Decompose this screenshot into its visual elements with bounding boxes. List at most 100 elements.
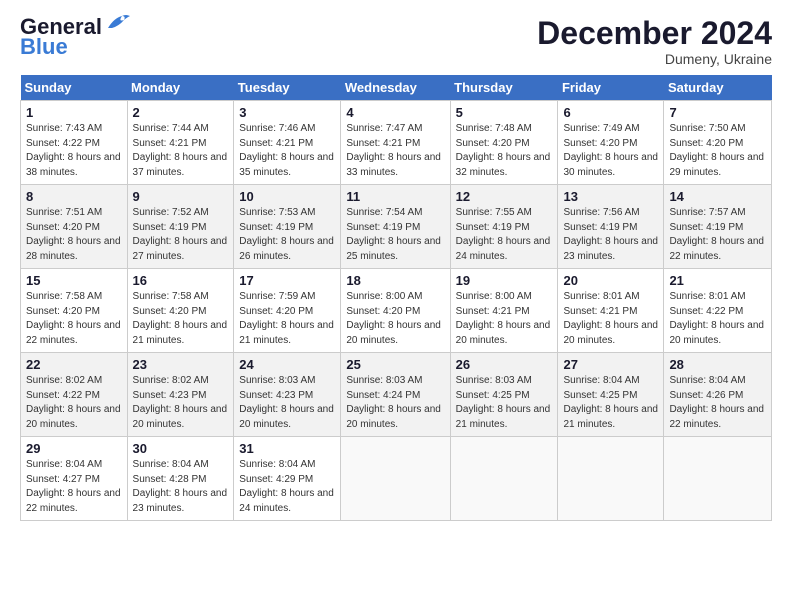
day-number: 17 bbox=[239, 273, 335, 288]
calendar-cell bbox=[558, 437, 664, 521]
day-number: 30 bbox=[133, 441, 229, 456]
day-number: 9 bbox=[133, 189, 229, 204]
logo: General Blue bbox=[20, 16, 132, 60]
day-info: Sunrise: 7:53 AMSunset: 4:19 PMDaylight:… bbox=[239, 206, 335, 264]
day-number: 31 bbox=[239, 441, 335, 456]
day-info: Sunrise: 7:58 AMSunset: 4:20 PMDaylight:… bbox=[26, 290, 122, 348]
day-number: 25 bbox=[346, 357, 444, 372]
calendar-cell: 20Sunrise: 8:01 AMSunset: 4:21 PMDayligh… bbox=[558, 269, 664, 353]
month-title: December 2024 bbox=[537, 16, 772, 51]
day-info: Sunrise: 7:47 AMSunset: 4:21 PMDaylight:… bbox=[346, 122, 444, 180]
day-info: Sunrise: 8:03 AMSunset: 4:25 PMDaylight:… bbox=[456, 374, 553, 432]
calendar-cell: 1 Sunrise: 7:43 AMSunset: 4:22 PMDaylight… bbox=[21, 101, 128, 185]
week-row-4: 22Sunrise: 8:02 AMSunset: 4:22 PMDayligh… bbox=[21, 353, 772, 437]
day-info: Sunrise: 8:03 AMSunset: 4:23 PMDaylight:… bbox=[239, 374, 335, 432]
day-number: 13 bbox=[563, 189, 658, 204]
day-info: Sunrise: 7:51 AMSunset: 4:20 PMDaylight:… bbox=[26, 206, 122, 264]
day-info: Sunrise: 8:00 AMSunset: 4:20 PMDaylight:… bbox=[346, 290, 444, 348]
day-info: Sunrise: 8:03 AMSunset: 4:24 PMDaylight:… bbox=[346, 374, 444, 432]
calendar-cell: 22Sunrise: 8:02 AMSunset: 4:22 PMDayligh… bbox=[21, 353, 128, 437]
logo-blue: Blue bbox=[20, 34, 68, 60]
day-number: 3 bbox=[239, 105, 335, 120]
weekday-header-thursday: Thursday bbox=[450, 75, 558, 101]
day-info: Sunrise: 7:54 AMSunset: 4:19 PMDaylight:… bbox=[346, 206, 444, 264]
calendar-cell: 9Sunrise: 7:52 AMSunset: 4:19 PMDaylight… bbox=[127, 185, 234, 269]
day-info: Sunrise: 7:46 AMSunset: 4:21 PMDaylight:… bbox=[239, 122, 335, 180]
day-number: 24 bbox=[239, 357, 335, 372]
calendar-cell: 10 Sunrise: 7:53 AMSunset: 4:19 PMDayligh… bbox=[234, 185, 341, 269]
calendar-cell: 14 Sunrise: 7:57 AMSunset: 4:19 PMDayligh… bbox=[664, 185, 772, 269]
day-number: 22 bbox=[26, 357, 122, 372]
day-number: 19 bbox=[456, 273, 553, 288]
day-number: 10 bbox=[239, 189, 335, 204]
calendar-cell: 24 Sunrise: 8:03 AMSunset: 4:23 PMDayligh… bbox=[234, 353, 341, 437]
calendar-cell: 28 Sunrise: 8:04 AMSunset: 4:26 PMDayligh… bbox=[664, 353, 772, 437]
calendar-cell: 30 Sunrise: 8:04 AMSunset: 4:28 PMDayligh… bbox=[127, 437, 234, 521]
day-number: 7 bbox=[669, 105, 766, 120]
day-info: Sunrise: 7:58 AMSunset: 4:20 PMDaylight:… bbox=[133, 290, 229, 348]
day-info: Sunrise: 7:56 AMSunset: 4:19 PMDaylight:… bbox=[563, 206, 658, 264]
title-block: December 2024 Dumeny, Ukraine bbox=[537, 16, 772, 67]
day-number: 4 bbox=[346, 105, 444, 120]
calendar-cell: 17 Sunrise: 7:59 AMSunset: 4:20 PMDayligh… bbox=[234, 269, 341, 353]
day-number: 15 bbox=[26, 273, 122, 288]
calendar-table: SundayMondayTuesdayWednesdayThursdayFrid… bbox=[20, 75, 772, 521]
calendar-cell: 23Sunrise: 8:02 AMSunset: 4:23 PMDayligh… bbox=[127, 353, 234, 437]
day-info: Sunrise: 7:57 AMSunset: 4:19 PMDaylight:… bbox=[669, 206, 766, 264]
day-number: 27 bbox=[563, 357, 658, 372]
calendar-cell: 29Sunrise: 8:04 AMSunset: 4:27 PMDayligh… bbox=[21, 437, 128, 521]
day-number: 18 bbox=[346, 273, 444, 288]
calendar-cell: 25 Sunrise: 8:03 AMSunset: 4:24 PMDayligh… bbox=[341, 353, 450, 437]
day-number: 6 bbox=[563, 105, 658, 120]
page: General Blue December 2024 Dumeny, Ukrai… bbox=[0, 0, 792, 531]
day-number: 1 bbox=[26, 105, 122, 120]
calendar-cell: 26 Sunrise: 8:03 AMSunset: 4:25 PMDayligh… bbox=[450, 353, 558, 437]
week-row-1: 1 Sunrise: 7:43 AMSunset: 4:22 PMDaylight… bbox=[21, 101, 772, 185]
day-number: 12 bbox=[456, 189, 553, 204]
day-info: Sunrise: 8:04 AMSunset: 4:25 PMDaylight:… bbox=[563, 374, 658, 432]
header: General Blue December 2024 Dumeny, Ukrai… bbox=[20, 16, 772, 67]
day-number: 16 bbox=[133, 273, 229, 288]
day-info: Sunrise: 8:02 AMSunset: 4:23 PMDaylight:… bbox=[133, 374, 229, 432]
weekday-header-row: SundayMondayTuesdayWednesdayThursdayFrid… bbox=[21, 75, 772, 101]
day-info: Sunrise: 8:04 AMSunset: 4:26 PMDaylight:… bbox=[669, 374, 766, 432]
day-number: 26 bbox=[456, 357, 553, 372]
day-info: Sunrise: 8:04 AMSunset: 4:29 PMDaylight:… bbox=[239, 458, 335, 516]
calendar-cell: 5Sunrise: 7:48 AMSunset: 4:20 PMDaylight… bbox=[450, 101, 558, 185]
day-info: Sunrise: 7:43 AMSunset: 4:22 PMDaylight:… bbox=[26, 122, 122, 180]
location: Dumeny, Ukraine bbox=[537, 51, 772, 67]
day-number: 28 bbox=[669, 357, 766, 372]
calendar-cell: 21Sunrise: 8:01 AMSunset: 4:22 PMDayligh… bbox=[664, 269, 772, 353]
day-number: 8 bbox=[26, 189, 122, 204]
day-number: 2 bbox=[133, 105, 229, 120]
day-number: 11 bbox=[346, 189, 444, 204]
calendar-cell: 19 Sunrise: 8:00 AMSunset: 4:21 PMDayligh… bbox=[450, 269, 558, 353]
day-number: 20 bbox=[563, 273, 658, 288]
weekday-header-tuesday: Tuesday bbox=[234, 75, 341, 101]
weekday-header-sunday: Sunday bbox=[21, 75, 128, 101]
weekday-header-saturday: Saturday bbox=[664, 75, 772, 101]
day-info: Sunrise: 7:59 AMSunset: 4:20 PMDaylight:… bbox=[239, 290, 335, 348]
day-info: Sunrise: 7:48 AMSunset: 4:20 PMDaylight:… bbox=[456, 122, 553, 180]
day-info: Sunrise: 8:00 AMSunset: 4:21 PMDaylight:… bbox=[456, 290, 553, 348]
week-row-3: 15 Sunrise: 7:58 AMSunset: 4:20 PMDayligh… bbox=[21, 269, 772, 353]
day-info: Sunrise: 7:50 AMSunset: 4:20 PMDaylight:… bbox=[669, 122, 766, 180]
day-number: 14 bbox=[669, 189, 766, 204]
calendar-cell: 2Sunrise: 7:44 AMSunset: 4:21 PMDaylight… bbox=[127, 101, 234, 185]
calendar-cell bbox=[450, 437, 558, 521]
day-info: Sunrise: 8:04 AMSunset: 4:28 PMDaylight:… bbox=[133, 458, 229, 516]
day-info: Sunrise: 7:55 AMSunset: 4:19 PMDaylight:… bbox=[456, 206, 553, 264]
calendar-cell bbox=[664, 437, 772, 521]
calendar-cell: 6Sunrise: 7:49 AMSunset: 4:20 PMDaylight… bbox=[558, 101, 664, 185]
calendar-cell: 16 Sunrise: 7:58 AMSunset: 4:20 PMDayligh… bbox=[127, 269, 234, 353]
calendar-cell: 7 Sunrise: 7:50 AMSunset: 4:20 PMDaylight… bbox=[664, 101, 772, 185]
week-row-5: 29Sunrise: 8:04 AMSunset: 4:27 PMDayligh… bbox=[21, 437, 772, 521]
week-row-2: 8 Sunrise: 7:51 AMSunset: 4:20 PMDaylight… bbox=[21, 185, 772, 269]
calendar-cell: 13 Sunrise: 7:56 AMSunset: 4:19 PMDayligh… bbox=[558, 185, 664, 269]
logo-bird-icon bbox=[104, 14, 132, 34]
calendar-cell: 18 Sunrise: 8:00 AMSunset: 4:20 PMDayligh… bbox=[341, 269, 450, 353]
weekday-header-wednesday: Wednesday bbox=[341, 75, 450, 101]
day-info: Sunrise: 8:04 AMSunset: 4:27 PMDaylight:… bbox=[26, 458, 122, 516]
weekday-header-friday: Friday bbox=[558, 75, 664, 101]
calendar-cell: 8 Sunrise: 7:51 AMSunset: 4:20 PMDaylight… bbox=[21, 185, 128, 269]
